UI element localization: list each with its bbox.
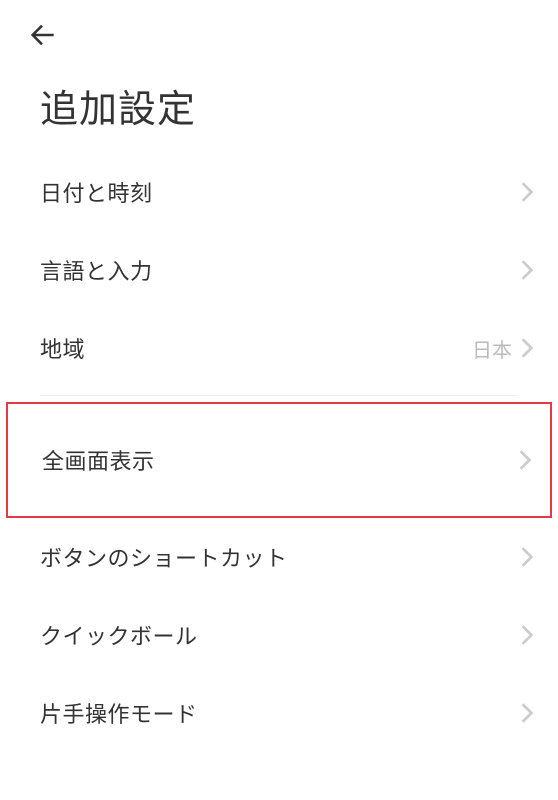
row-shortcut-label: ボタンのショートカット	[40, 541, 288, 573]
highlight-box: 全画面表示	[6, 402, 552, 518]
settings-list: 日付と時刻 言語と入力 地域 日本 全画面表示	[0, 153, 558, 752]
row-onehanded[interactable]: 片手操作モード	[0, 674, 558, 752]
row-region[interactable]: 地域 日本	[0, 309, 558, 387]
row-language[interactable]: 言語と入力	[0, 231, 558, 309]
chevron-right-icon	[520, 259, 534, 281]
row-fullscreen-label: 全画面表示	[42, 444, 155, 476]
chevron-right-icon	[520, 624, 534, 646]
page-title: 追加設定	[0, 54, 558, 153]
row-region-label: 地域	[40, 332, 85, 364]
row-fullscreen[interactable]: 全画面表示	[8, 404, 550, 516]
row-language-label: 言語と入力	[40, 254, 153, 286]
row-quickball-label: クイックボール	[40, 619, 198, 651]
chevron-right-icon	[520, 337, 534, 359]
chevron-right-icon	[518, 449, 532, 471]
row-datetime[interactable]: 日付と時刻	[0, 153, 558, 231]
row-datetime-label: 日付と時刻	[40, 176, 153, 208]
row-quickball[interactable]: クイックボール	[0, 596, 558, 674]
row-onehanded-label: 片手操作モード	[40, 697, 198, 729]
row-shortcut[interactable]: ボタンのショートカット	[0, 518, 558, 596]
back-button[interactable]	[24, 18, 60, 54]
chevron-right-icon	[520, 546, 534, 568]
chevron-right-icon	[520, 702, 534, 724]
row-region-value: 日本	[472, 334, 512, 363]
back-arrow-icon	[28, 21, 56, 52]
chevron-right-icon	[520, 181, 534, 203]
